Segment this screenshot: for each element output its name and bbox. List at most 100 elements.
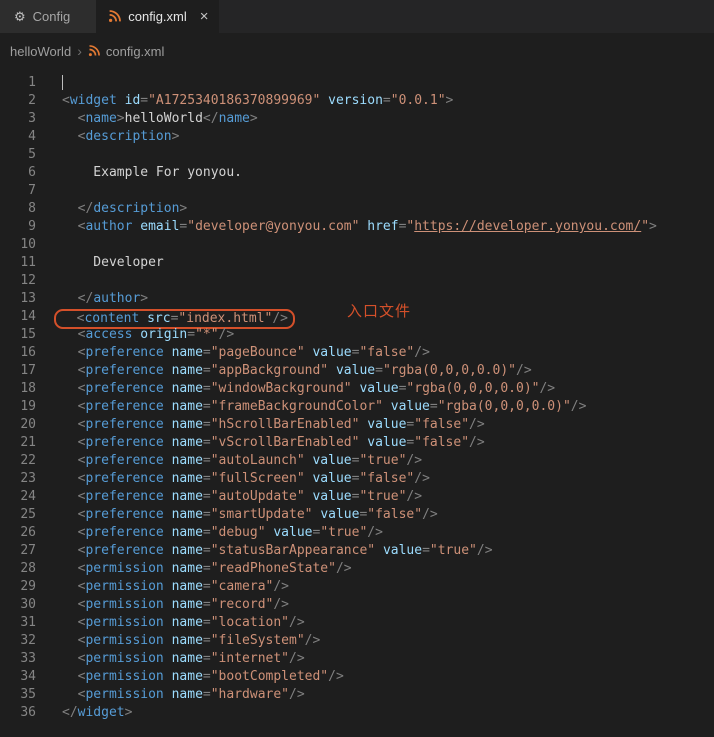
code-line[interactable]: 2<widget id="A1725340186370899969" versi… [0, 92, 714, 110]
code-line[interactable]: 10 [0, 236, 714, 254]
tab-config-xml[interactable]: config.xml × [96, 0, 218, 33]
code-line[interactable]: 34 <permission name="bootCompleted"/> [0, 668, 714, 686]
line-number: 11 [0, 254, 36, 272]
line-number: 2 [0, 92, 36, 110]
code-text: Developer [36, 254, 164, 272]
code-line[interactable]: 22 <preference name="autoLaunch" value="… [0, 452, 714, 470]
code-line[interactable]: 12 [0, 272, 714, 290]
code-line[interactable]: 14 <content src="index.html"/>入口文件 [0, 308, 714, 326]
line-number: 24 [0, 488, 36, 506]
code-line[interactable]: 20 <preference name="hScrollBarEnabled" … [0, 416, 714, 434]
line-number: 27 [0, 542, 36, 560]
code-text [36, 272, 62, 290]
close-icon[interactable]: × [200, 9, 209, 24]
code-text: <preference name="debug" value="true"/> [36, 524, 383, 542]
code-line[interactable]: 28 <permission name="readPhoneState"/> [0, 560, 714, 578]
code-line[interactable]: 35 <permission name="hardware"/> [0, 686, 714, 704]
line-number: 10 [0, 236, 36, 254]
code-line[interactable]: 18 <preference name="windowBackground" v… [0, 380, 714, 398]
line-number: 18 [0, 380, 36, 398]
code-text: <content src="index.html"/>入口文件 [36, 308, 411, 326]
code-text: <author email="developer@yonyou.com" hre… [36, 218, 657, 236]
code-line[interactable]: 32 <permission name="fileSystem"/> [0, 632, 714, 650]
line-number: 7 [0, 182, 36, 200]
code-text: </description> [36, 200, 187, 218]
code-text: <preference name="fullScreen" value="fal… [36, 470, 430, 488]
code-line[interactable]: 29 <permission name="camera"/> [0, 578, 714, 596]
code-line[interactable]: 19 <preference name="frameBackgroundColo… [0, 398, 714, 416]
code-text: <preference name="autoLaunch" value="tru… [36, 452, 422, 470]
code-text: <preference name="autoUpdate" value="tru… [36, 488, 422, 506]
code-line[interactable]: 31 <permission name="location"/> [0, 614, 714, 632]
code-line[interactable]: 11 Developer [0, 254, 714, 272]
code-text: <access origin="*"/> [36, 326, 234, 344]
line-number: 20 [0, 416, 36, 434]
line-number: 3 [0, 110, 36, 128]
code-line[interactable]: 36</widget> [0, 704, 714, 722]
tab-config[interactable]: ⚙ Config [0, 0, 96, 33]
code-text [36, 236, 62, 254]
code-line[interactable]: 21 <preference name="vScrollBarEnabled" … [0, 434, 714, 452]
line-number: 28 [0, 560, 36, 578]
line-number: 4 [0, 128, 36, 146]
code-text: <permission name="readPhoneState"/> [36, 560, 352, 578]
line-number: 34 [0, 668, 36, 686]
breadcrumb: helloWorld › config.xml [0, 37, 714, 65]
code-text: Example For yonyou. [36, 164, 242, 182]
line-number: 36 [0, 704, 36, 722]
code-text: <permission name="record"/> [36, 596, 289, 614]
code-line[interactable]: 25 <preference name="smartUpdate" value=… [0, 506, 714, 524]
line-number: 14 [0, 308, 36, 326]
breadcrumb-item-configxml[interactable]: config.xml [106, 44, 165, 59]
line-number: 13 [0, 290, 36, 308]
code-text: <preference name="vScrollBarEnabled" val… [36, 434, 485, 452]
code-line[interactable]: 1 [0, 74, 714, 92]
code-text: <permission name="internet"/> [36, 650, 305, 668]
tab-bar: ⚙ Config config.xml × [0, 0, 714, 33]
code-line[interactable]: 5 [0, 146, 714, 164]
line-number: 26 [0, 524, 36, 542]
line-number: 22 [0, 452, 36, 470]
code-line[interactable]: 33 <permission name="internet"/> [0, 650, 714, 668]
code-area[interactable]: 12<widget id="A1725340186370899969" vers… [0, 65, 714, 722]
code-text: <preference name="hScrollBarEnabled" val… [36, 416, 485, 434]
code-text: <description> [36, 128, 179, 146]
code-line[interactable]: 24 <preference name="autoUpdate" value="… [0, 488, 714, 506]
code-line[interactable]: 8 </description> [0, 200, 714, 218]
line-number: 31 [0, 614, 36, 632]
code-text: <preference name="windowBackground" valu… [36, 380, 555, 398]
breadcrumb-item-helloworld[interactable]: helloWorld [10, 44, 71, 59]
code-line[interactable]: 15 <access origin="*"/> [0, 326, 714, 344]
code-text: <permission name="hardware"/> [36, 686, 305, 704]
line-number: 16 [0, 344, 36, 362]
code-line[interactable]: 23 <preference name="fullScreen" value="… [0, 470, 714, 488]
code-text: <permission name="location"/> [36, 614, 305, 632]
line-number: 15 [0, 326, 36, 344]
code-text: <permission name="fileSystem"/> [36, 632, 320, 650]
line-number: 17 [0, 362, 36, 380]
code-line[interactable]: 3 <name>helloWorld</name> [0, 110, 714, 128]
code-text: <permission name="camera"/> [36, 578, 289, 596]
code-line[interactable]: 17 <preference name="appBackground" valu… [0, 362, 714, 380]
line-number: 23 [0, 470, 36, 488]
xml-file-icon [88, 45, 100, 57]
line-number: 25 [0, 506, 36, 524]
code-line[interactable]: 26 <preference name="debug" value="true"… [0, 524, 714, 542]
code-text: <name>helloWorld</name> [36, 110, 258, 128]
code-text: <preference name="frameBackgroundColor" … [36, 398, 586, 416]
code-text: </author> [36, 290, 148, 308]
line-number: 5 [0, 146, 36, 164]
code-line[interactable]: 27 <preference name="statusBarAppearance… [0, 542, 714, 560]
code-line[interactable]: 7 [0, 182, 714, 200]
code-line[interactable]: 6 Example For yonyou. [0, 164, 714, 182]
code-text: </widget> [36, 704, 132, 722]
code-line[interactable]: 9 <author email="developer@yonyou.com" h… [0, 218, 714, 236]
code-line[interactable]: 4 <description> [0, 128, 714, 146]
code-text: <widget id="A1725340186370899969" versio… [36, 92, 453, 110]
code-text [36, 146, 62, 164]
chevron-right-icon: › [77, 43, 82, 59]
line-number: 33 [0, 650, 36, 668]
line-number: 12 [0, 272, 36, 290]
code-line[interactable]: 16 <preference name="pageBounce" value="… [0, 344, 714, 362]
code-line[interactable]: 30 <permission name="record"/> [0, 596, 714, 614]
